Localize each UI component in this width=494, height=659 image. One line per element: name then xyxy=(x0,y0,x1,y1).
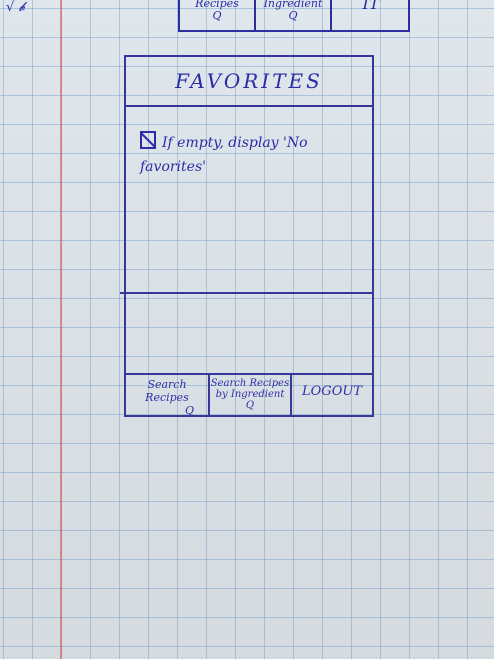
empty-state-text: If empty, display 'No favorites' xyxy=(140,135,308,175)
bottom-nav: Search Recipes Q Search Recipes by Ingre… xyxy=(126,373,372,419)
search-icon: Q xyxy=(212,9,222,22)
prev-nav-ingredient: Ingredient Q xyxy=(256,0,332,30)
prev-nav-third: IT xyxy=(332,0,410,30)
search-icon: Q xyxy=(288,9,298,22)
search-by-ingredient-label: Search Recipes by Ingredient xyxy=(210,378,290,400)
search-by-ingredient-tab[interactable]: Search Recipes by Ingredient Q xyxy=(210,375,292,417)
previous-page-scribble: √ 𝓫 xyxy=(6,0,26,15)
content-divider xyxy=(120,292,372,294)
favorites-screen-wireframe: FAVORITES If empty, display 'No favorite… xyxy=(120,55,374,419)
logout-label: LOGOUT xyxy=(302,384,362,399)
previous-page-bottom-nav: Recipes Q Ingredient Q IT xyxy=(178,0,410,32)
checkbox-icon xyxy=(140,131,156,149)
search-recipes-tab[interactable]: Search Recipes Q xyxy=(126,375,210,417)
page-title: FAVORITES xyxy=(126,57,372,107)
search-icon: Q xyxy=(245,400,255,411)
empty-state-note: If empty, display 'No favorites' xyxy=(140,131,362,179)
logout-tab[interactable]: LOGOUT xyxy=(292,375,372,417)
prev-nav-recipes: Recipes Q xyxy=(180,0,256,30)
search-icon: Q xyxy=(184,404,194,417)
prev-nav-third-label: IT xyxy=(362,0,380,13)
notebook-margin-line xyxy=(60,0,62,659)
search-recipes-label: Search Recipes xyxy=(145,378,189,404)
